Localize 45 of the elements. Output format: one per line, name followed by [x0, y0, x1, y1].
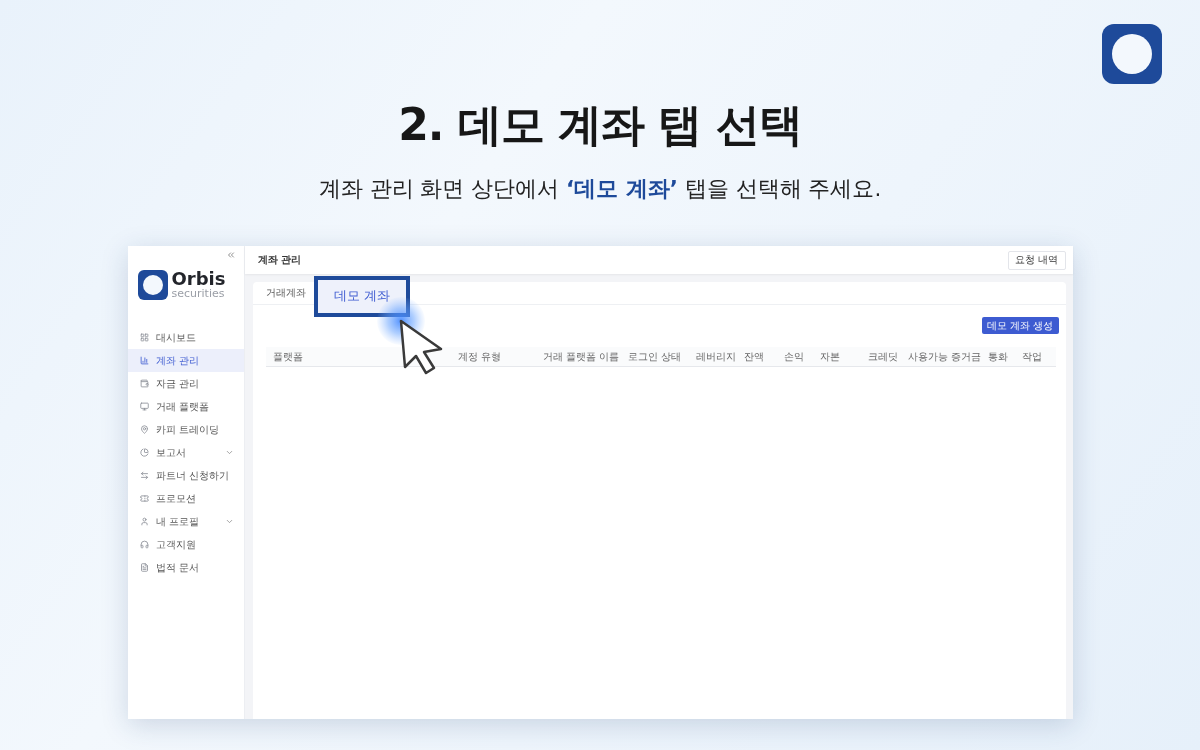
sidebar-item[interactable]: 거래 플랫폼: [127, 395, 244, 418]
logo-icon: [137, 270, 168, 300]
column-header: 작업: [1021, 349, 1043, 364]
document-icon: [139, 563, 149, 572]
column-header: 거래 플랫폼 이름: [542, 349, 620, 364]
column-header: 플랫폼: [272, 349, 304, 364]
pin-icon: [139, 425, 149, 434]
arrows-icon: [139, 471, 149, 480]
monitor-icon: [139, 402, 149, 411]
bar-chart-icon: [139, 356, 149, 365]
sidebar-item[interactable]: 카피 트레이딩: [127, 418, 244, 441]
sidebar-item[interactable]: 계좌 관리: [127, 349, 244, 372]
column-header: 사용가능 증거금: [907, 349, 982, 364]
column-header: 통화: [987, 349, 1009, 364]
column-header: 계정 유형: [457, 349, 502, 364]
wallet-icon: [139, 379, 149, 388]
column-header: 레버리지: [695, 349, 737, 364]
pie-chart-icon: [139, 448, 149, 457]
ticket-icon: [139, 494, 149, 503]
sidebar-item[interactable]: 자금 관리: [127, 372, 244, 395]
headphones-icon: [139, 540, 149, 549]
column-header: 자본: [819, 349, 841, 364]
page-subtitle: 계좌 관리 화면 상단에서 ‘데모 계좌’ 탭을 선택해 주세요.: [318, 175, 882, 203]
user-icon: [139, 517, 149, 526]
logo-icon: [1102, 24, 1162, 84]
grid-icon: [139, 333, 149, 342]
sidebar-item[interactable]: 법적 문서: [127, 556, 244, 579]
page-title: 2. 데모 계좌 탭 선택: [398, 98, 802, 152]
request-history-button[interactable]: 요청 내역: [1008, 250, 1066, 270]
sidebar-item[interactable]: 대시보드: [127, 326, 244, 349]
column-header: 손익: [783, 349, 805, 364]
sidebar-item[interactable]: 내 프로필: [127, 510, 244, 533]
sidebar-item[interactable]: 고객지원: [127, 533, 244, 556]
header-title: 계좌 관리: [257, 253, 301, 267]
collapse-icon[interactable]: [225, 250, 236, 260]
sidebar-item[interactable]: 프로모션: [127, 487, 244, 510]
sidebar-item[interactable]: 파트너 신청하기: [127, 464, 244, 487]
column-header: 로그인 상태: [627, 349, 682, 364]
column-header: 크레딧: [867, 349, 899, 364]
column-header: 잔액: [743, 349, 765, 364]
brand-name: Orbis: [171, 270, 226, 288]
tab[interactable]: 거래계좌: [263, 286, 308, 300]
brand-tagline: securities: [171, 288, 226, 300]
create-demo-account-button[interactable]: 데모 계좌 생성: [982, 317, 1059, 334]
sidebar-item[interactable]: 보고서: [127, 441, 244, 464]
